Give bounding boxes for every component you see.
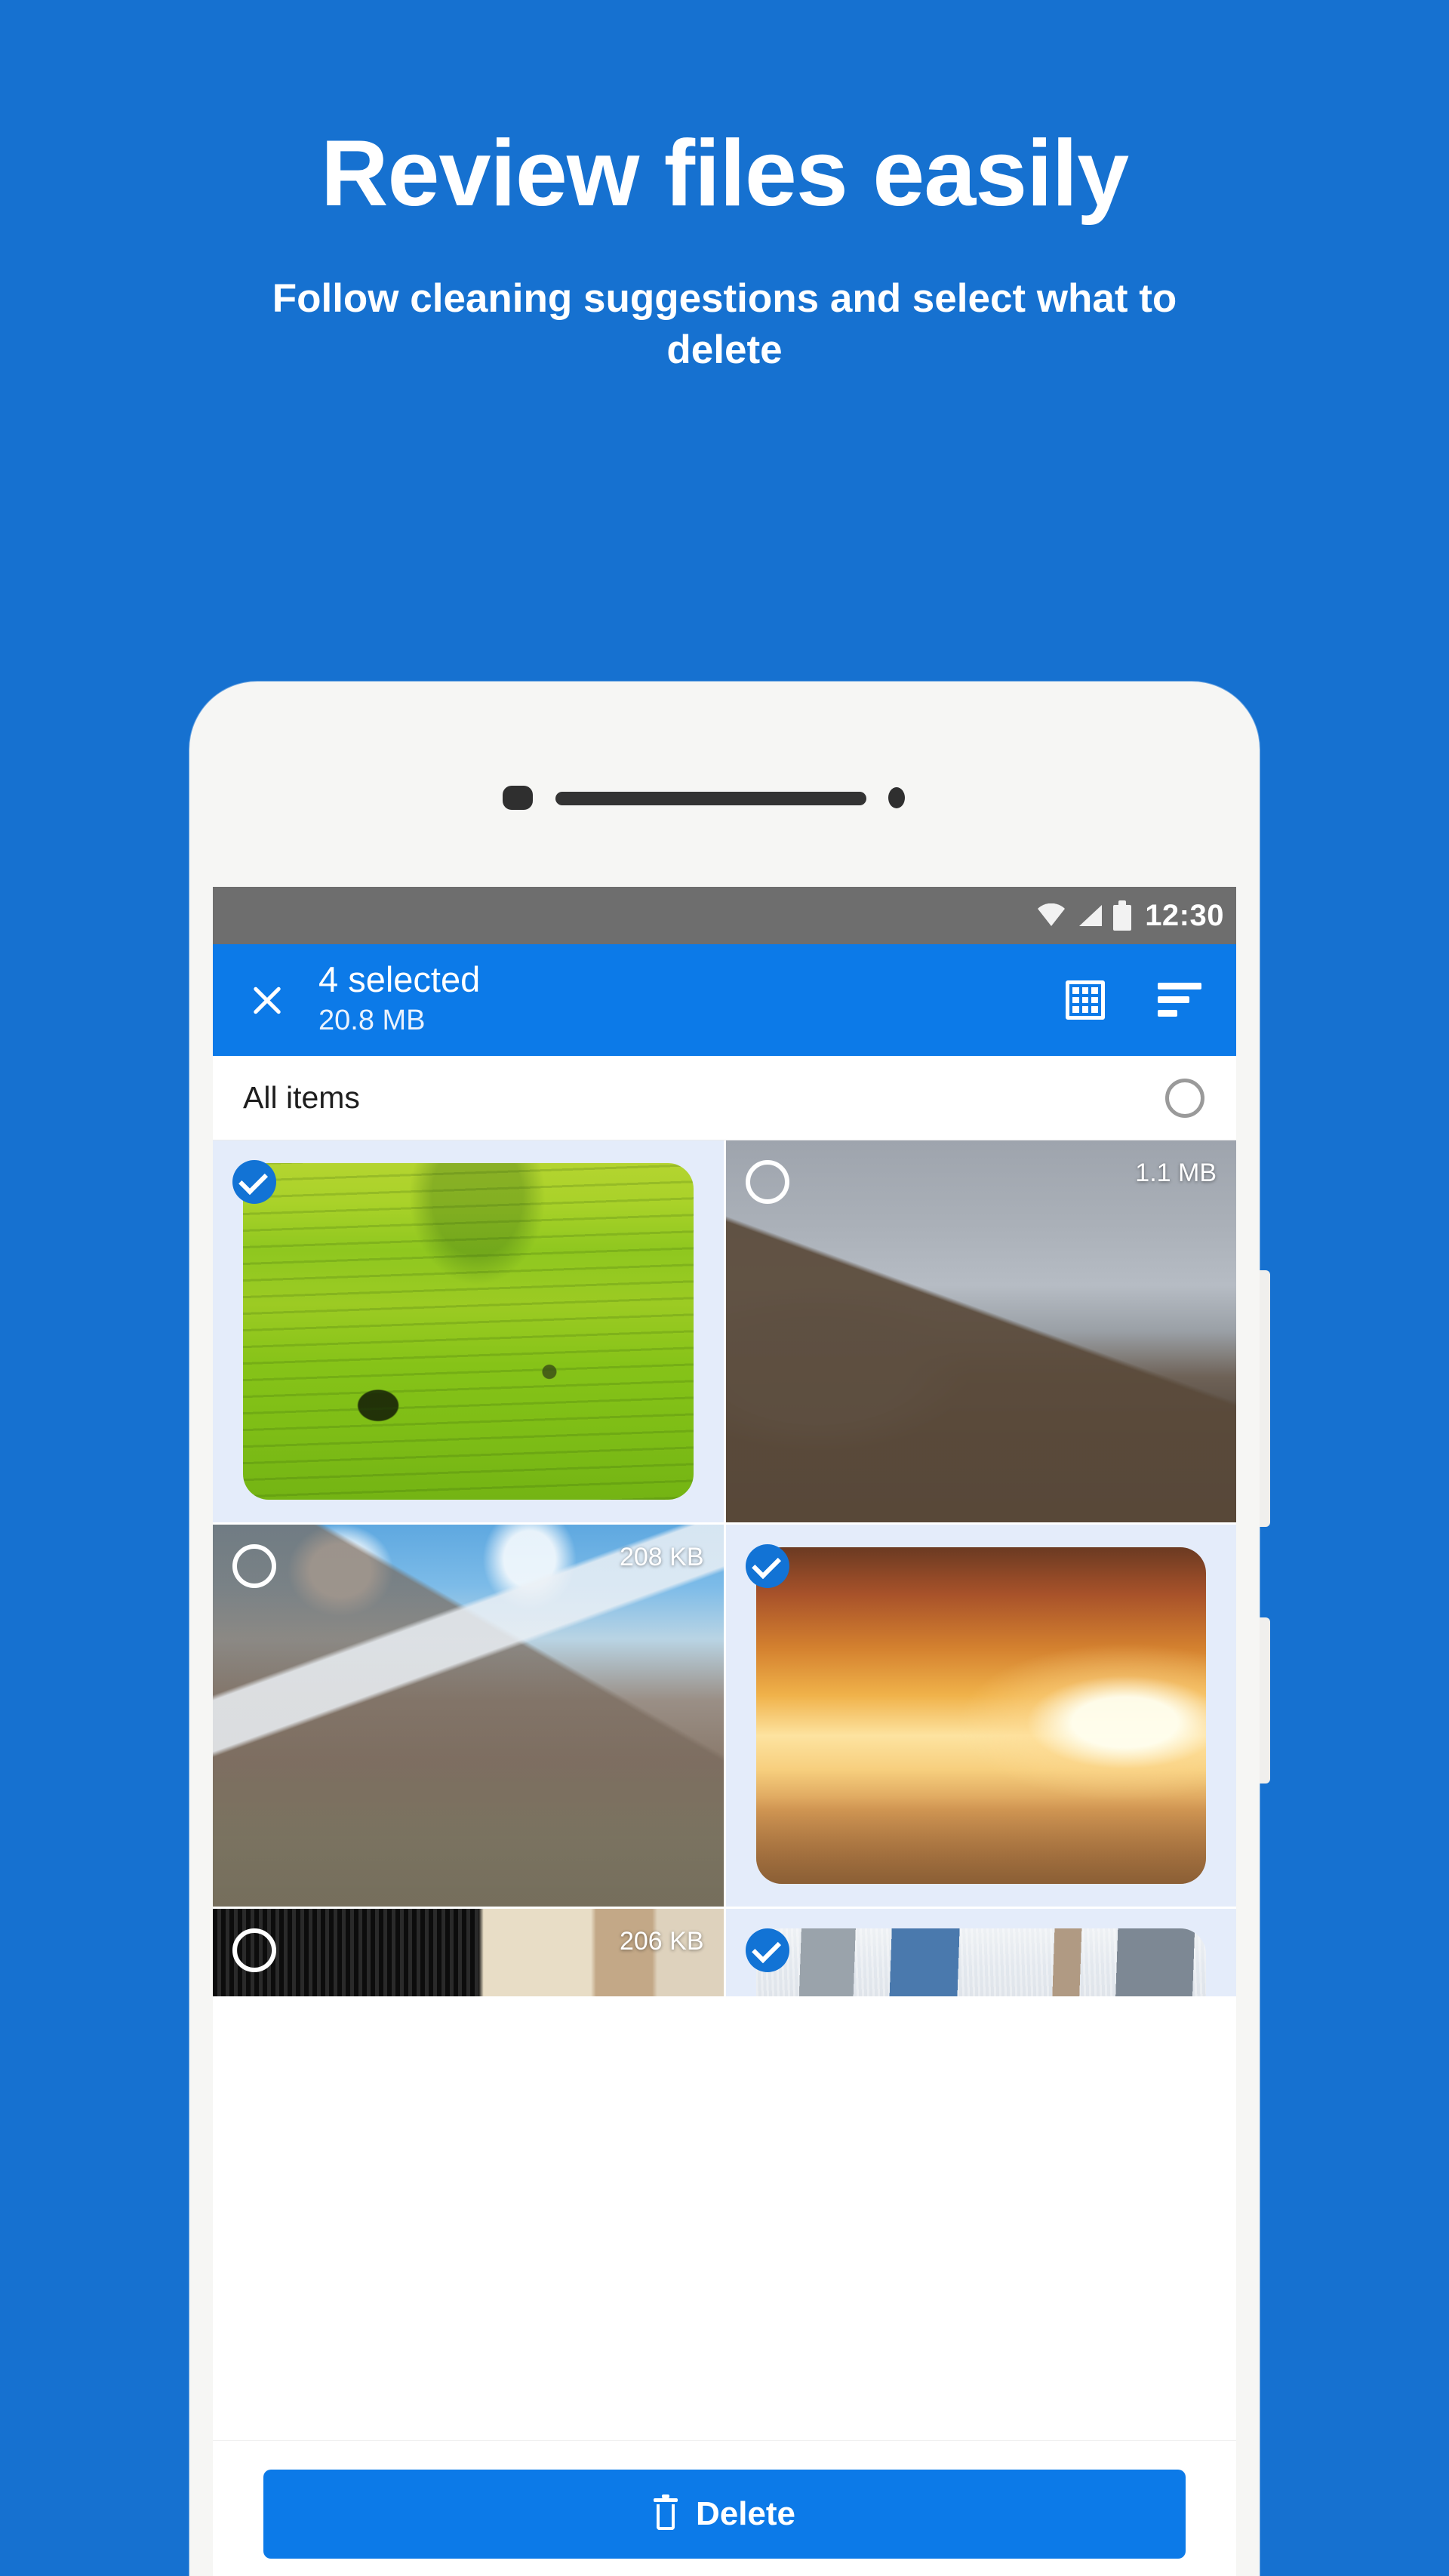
all-items-row[interactable]: All items — [213, 1056, 1236, 1140]
selection-app-bar: 4 selected 20.8 MB — [213, 944, 1236, 1056]
grid-tile-photo-skyscrapers[interactable] — [725, 1909, 1236, 1996]
delete-button-label: Delete — [695, 2495, 796, 2532]
file-size-label: 206 KB — [619, 1927, 704, 1956]
check-unselected-icon[interactable] — [232, 1544, 276, 1588]
selection-summary: 4 selected 20.8 MB — [318, 959, 1066, 1041]
grid-view-icon[interactable] — [1066, 980, 1105, 1020]
select-all-radio[interactable] — [1165, 1078, 1204, 1118]
grid-tile-photo-cliff-pose[interactable]: 1.1 MB — [725, 1140, 1236, 1522]
thumbnail-image — [755, 1928, 1206, 1996]
status-bar-icons — [1036, 900, 1132, 931]
proximity-sensor-icon — [888, 787, 905, 808]
check-selected-icon[interactable] — [745, 1928, 789, 1972]
page-title: Review files easily — [320, 122, 1129, 226]
close-icon[interactable] — [243, 976, 291, 1024]
check-selected-icon[interactable] — [232, 1160, 276, 1204]
battery-icon — [1113, 900, 1132, 931]
grid-tile-photo-rice-field[interactable] — [213, 1140, 724, 1522]
delete-button[interactable]: Delete — [263, 2470, 1186, 2559]
sort-icon[interactable] — [1158, 983, 1201, 1017]
selected-size-label: 20.8 MB — [318, 1005, 426, 1037]
app-bar-actions — [1066, 980, 1201, 1020]
thumbnail-image — [213, 1525, 724, 1907]
front-camera-icon — [503, 786, 533, 810]
check-selected-icon[interactable] — [745, 1544, 789, 1588]
volume-button[interactable] — [1260, 1270, 1270, 1527]
grid-tile-photo-mountain[interactable]: 208 KB — [213, 1525, 724, 1907]
bottom-action-bar: Delete — [213, 2440, 1236, 2576]
thumbnail-image — [243, 1163, 694, 1500]
wifi-icon — [1038, 903, 1066, 926]
thumbnail-image — [755, 1547, 1206, 1884]
file-size-label: 1.1 MB — [1135, 1159, 1217, 1187]
all-items-label: All items — [243, 1080, 360, 1115]
promo-header: Review files easily Follow cleaning sugg… — [0, 0, 1449, 376]
grid-tile-photo-surfer-sunset[interactable] — [725, 1525, 1236, 1907]
selected-count-label: 4 selected — [318, 959, 481, 999]
earpiece-speaker-icon — [555, 792, 866, 805]
phone-mockup: 12:30 4 selected 20.8 MB All items 1.1 M… — [189, 682, 1270, 2576]
page-subtitle: Follow cleaning suggestions and select w… — [272, 276, 1177, 372]
trash-icon — [653, 2494, 678, 2530]
status-bar: 12:30 — [213, 887, 1236, 944]
grid-tile-photo-vinyl-record[interactable]: 206 KB — [213, 1909, 724, 1996]
check-unselected-icon[interactable] — [745, 1160, 789, 1204]
power-button[interactable] — [1260, 1617, 1270, 1784]
phone-top-bezel — [189, 682, 1260, 887]
photo-grid: 1.1 MB 208 KB 206 KB — [213, 1140, 1236, 1996]
file-size-label: 208 KB — [619, 1543, 704, 1571]
signal-icon — [1079, 905, 1103, 926]
status-bar-clock: 12:30 — [1145, 898, 1224, 932]
phone-screen: 12:30 4 selected 20.8 MB All items 1.1 M… — [213, 887, 1236, 2576]
check-unselected-icon[interactable] — [232, 1928, 276, 1972]
thumbnail-image — [725, 1140, 1236, 1522]
